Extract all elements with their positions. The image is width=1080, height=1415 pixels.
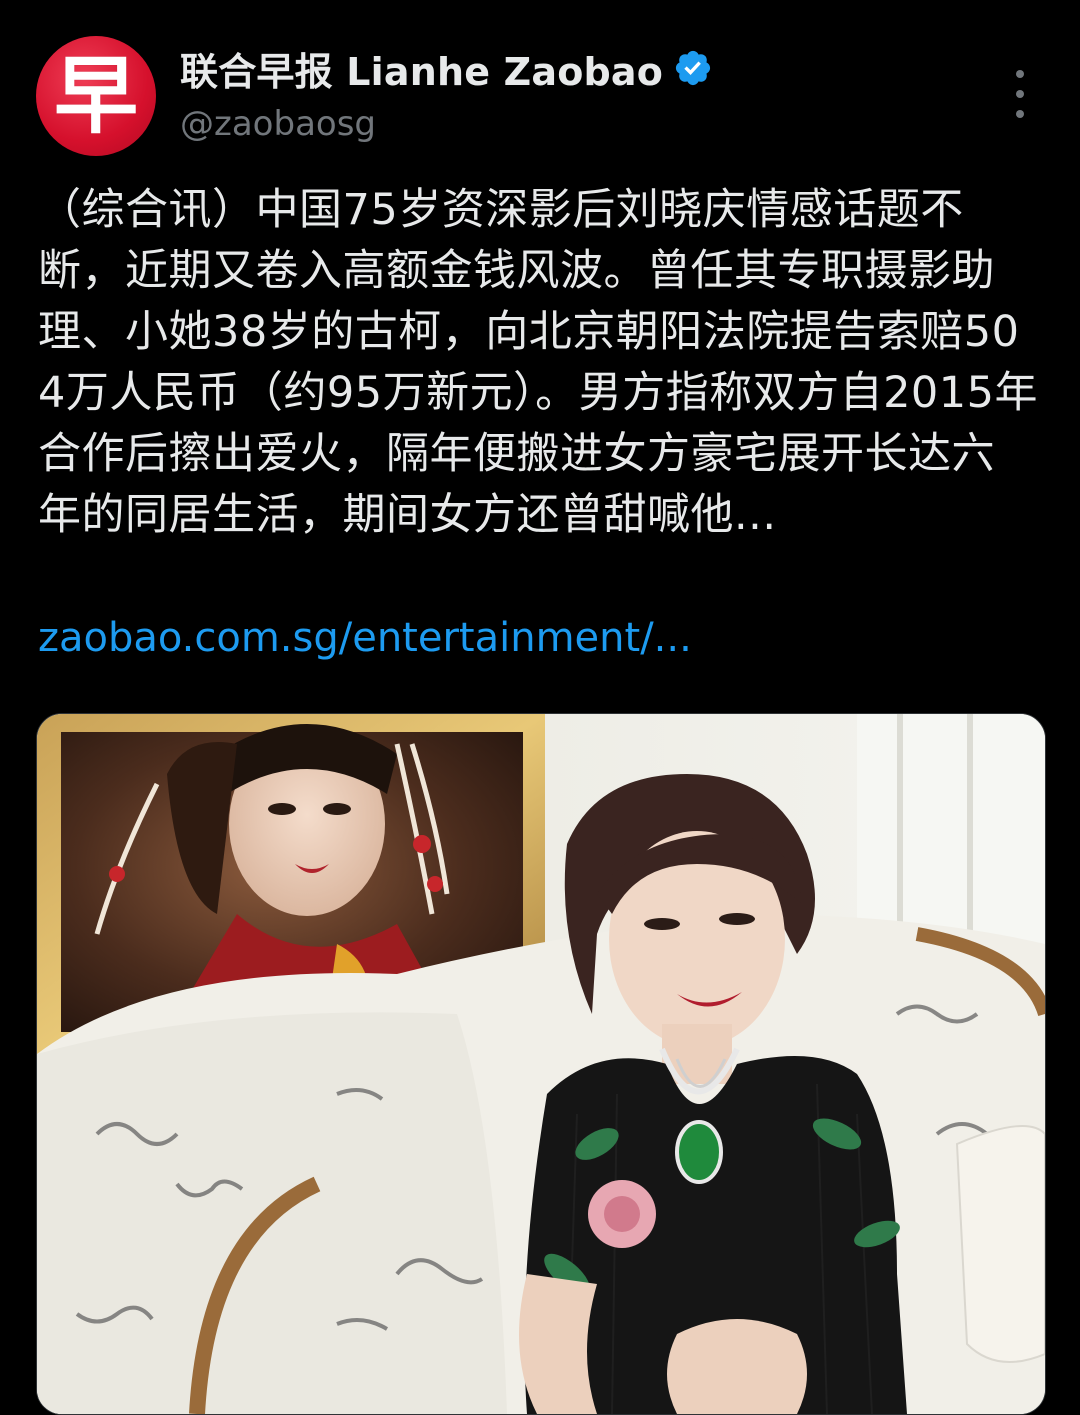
more-vertical-icon-dot [1016, 90, 1024, 98]
author-name-row[interactable]: 联合早报 Lianhe Zaobao [180, 40, 713, 96]
tweet-text: （综合讯）中国75岁资深影后刘晓庆情感话题不断，近期又卷入高额金钱风波。曾任其专… [38, 185, 1039, 540]
avatar-logo-glyph: 早 [53, 46, 138, 145]
more-vertical-icon [1016, 70, 1024, 78]
author-avatar[interactable]: 早 [36, 36, 156, 156]
author-display-name[interactable]: 联合早报 Lianhe Zaobao [180, 41, 663, 96]
article-link[interactable]: zaobao.com.sg/entertainment/... [38, 608, 692, 669]
more-options-button[interactable] [1000, 70, 1040, 118]
verified-badge-icon [675, 50, 711, 86]
photo-illustration [37, 714, 1045, 1414]
author-handle[interactable]: @zaobaosg [180, 104, 376, 144]
tweet-photo[interactable] [36, 713, 1046, 1415]
more-vertical-icon-dot [1016, 110, 1024, 118]
tweet[interactable]: 早 联合早报 Lianhe Zaobao @zaobaosg （综合讯）中国75… [0, 0, 1080, 1415]
